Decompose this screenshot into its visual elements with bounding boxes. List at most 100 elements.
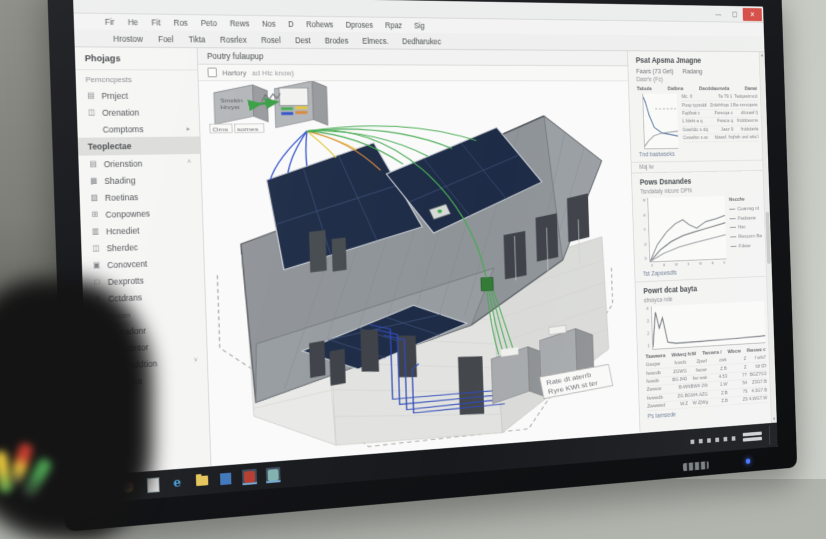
menu-item[interactable]: Rohews	[306, 19, 333, 29]
cell: Posp typsddi g	[682, 103, 708, 108]
menu-item[interactable]: Sig	[414, 21, 425, 30]
canvas-tab[interactable]: Poutry fulaupup	[198, 48, 628, 66]
legend-item: Coamsg rd	[729, 204, 761, 214]
canvas-toolbar: Hartory ad Htc know)	[198, 65, 628, 82]
power-led	[746, 458, 751, 464]
menu-item[interactable]: Fir	[105, 17, 115, 27]
menu-item[interactable]: Dproses	[345, 20, 373, 30]
device-labels: Oms somes	[210, 124, 264, 133]
device-box-display	[274, 81, 328, 127]
summary-table: Gwcjwr fcwcfc Zjswf cwk Z f wfs7 fwwcdb	[646, 354, 768, 411]
cell: Z.B	[708, 399, 728, 406]
sidebar-item[interactable]: ◫ Orenation	[77, 103, 199, 120]
menu-item[interactable]: Dest	[295, 35, 311, 45]
tray-icon[interactable]	[732, 436, 736, 441]
menu-item[interactable]: Rosel	[261, 35, 281, 45]
tree-item-icon: ▤	[86, 91, 96, 100]
cell: Z9	[728, 397, 748, 404]
table-header-cell: Danai	[745, 86, 758, 92]
canvas-tab-label: Poutry fulaupup	[207, 51, 264, 61]
folder-icon[interactable]	[194, 472, 209, 489]
menu-item[interactable]: Peto	[201, 18, 218, 28]
cell: Gwsfdtc s dcj	[682, 127, 708, 133]
panel-tab[interactable]: Radang	[682, 67, 702, 75]
menu-item[interactable]: Hrostow	[113, 33, 143, 43]
sidebar-item[interactable]: Comptoms ▸	[77, 120, 199, 138]
taskbar-clock[interactable]	[743, 431, 762, 441]
menu-item[interactable]: Rpaz	[385, 21, 402, 31]
cell: 1.W	[707, 382, 727, 389]
table-header-cell: Twcwra /	[702, 349, 721, 356]
table-header-cell: Wbcw	[727, 348, 740, 355]
y-tick: 3	[647, 319, 649, 324]
sidebar-item[interactable]: ▤ Prnject	[76, 87, 198, 104]
table-header-cell: Rwswz c	[747, 347, 766, 354]
menu-item[interactable]: Rosrlex	[220, 34, 247, 44]
maximize-button[interactable]: ▢	[726, 7, 743, 20]
minimize-button[interactable]: —	[710, 7, 727, 20]
section-footer-link[interactable]: Tst Zapswsdfs	[643, 266, 763, 277]
chevron-icon: ˅	[194, 357, 198, 364]
show-desktop-button[interactable]	[769, 425, 773, 444]
cell: W ZjWg	[688, 400, 708, 407]
active-app-icon[interactable]	[266, 467, 281, 483]
system-tray[interactable]	[690, 425, 773, 451]
menu-item[interactable]: Tikta	[188, 34, 205, 44]
cell: fdf fZf	[747, 363, 767, 369]
cell: 4.53	[707, 374, 727, 381]
drawing-canvas[interactable]: Rate dt aterrb Ryre KWt st ter Smokin Hr…	[199, 81, 640, 466]
cell: BGZ7G3	[747, 371, 767, 377]
checkbox-icon[interactable]	[207, 68, 217, 78]
foreground-blur-object	[0, 279, 152, 539]
cell: 79	[728, 389, 748, 396]
cell: Fwscqa c	[707, 111, 732, 116]
cell: W.Z	[668, 401, 688, 408]
menu-item[interactable]: Foel	[158, 34, 174, 44]
peak-chart: 4321	[651, 301, 766, 350]
menu-item[interactable]: Fit	[151, 17, 160, 27]
svg-text:Hrvyst: Hrvyst	[220, 105, 239, 111]
svg-text:Oms: Oms	[212, 127, 228, 133]
cell: fdsasf. frq	[708, 135, 733, 141]
sidebar-section-band[interactable]: Teoplectae	[78, 136, 200, 155]
menu-item[interactable]: Rews	[230, 18, 250, 28]
cell: Z.B	[708, 390, 728, 397]
tray-icon[interactable]	[723, 436, 727, 441]
monitor: — ▢ ✕ Fir He Fit Ros Peto Rews Nos D Rohews Dpros…	[47, 0, 797, 532]
y-tick: w	[643, 198, 646, 203]
sidebar-item-label: Dexprotts	[108, 275, 144, 286]
active-app-red-icon[interactable]	[242, 469, 257, 486]
menu-item[interactable]: Dedharukec	[402, 36, 441, 46]
table-header-cell: Dalbna	[668, 86, 684, 92]
sidebar-item-label: Sherdec	[106, 242, 138, 253]
close-button[interactable]: ✕	[743, 7, 762, 20]
app-window: — ▢ ✕ Fir He Fit Ros Peto Rews Nos D Rohews Dpros…	[73, 0, 778, 504]
menu-item[interactable]: Nos	[262, 19, 276, 29]
device-mini-chart	[261, 91, 281, 105]
cell: 4.WG7.W	[748, 396, 768, 403]
legend-swatch	[730, 227, 736, 228]
panel-section-3: Powrt dcat bayta sfnayca nde 4321 Taawwr…	[635, 276, 776, 424]
menu-item[interactable]: He	[128, 17, 139, 27]
menu-item[interactable]: D	[288, 19, 294, 29]
chevron-icon: ˄	[187, 159, 191, 166]
cell: f wfs7	[746, 355, 766, 361]
edge-icon[interactable]: e	[170, 474, 186, 491]
legend-label: Rwcoxm Ba	[738, 234, 762, 240]
section-title: Psat Apsma Jmagne	[636, 56, 757, 65]
scroll-up-icon[interactable]: ▲	[760, 53, 764, 58]
section-footer-link[interactable]: Tnd bastwseks	[639, 150, 759, 158]
menu-item[interactable]: Ros	[173, 18, 187, 28]
scroll-thumb[interactable]	[765, 212, 770, 264]
panel-tab[interactable]: Faars (73 Get)	[636, 67, 674, 75]
tray-icon[interactable]	[699, 438, 703, 443]
menu-item[interactable]: Brodes	[325, 35, 349, 45]
tray-icon[interactable]	[707, 438, 711, 443]
tray-icon[interactable]	[715, 437, 719, 442]
menu-item[interactable]: Elmecs.	[362, 36, 388, 46]
cell: frtddceums	[733, 119, 758, 124]
x-tick: s	[687, 262, 689, 267]
tray-icon[interactable]	[690, 439, 694, 444]
cell: Z3G7.B	[747, 380, 767, 387]
scroll-down-icon[interactable]: ▼	[772, 417, 776, 422]
